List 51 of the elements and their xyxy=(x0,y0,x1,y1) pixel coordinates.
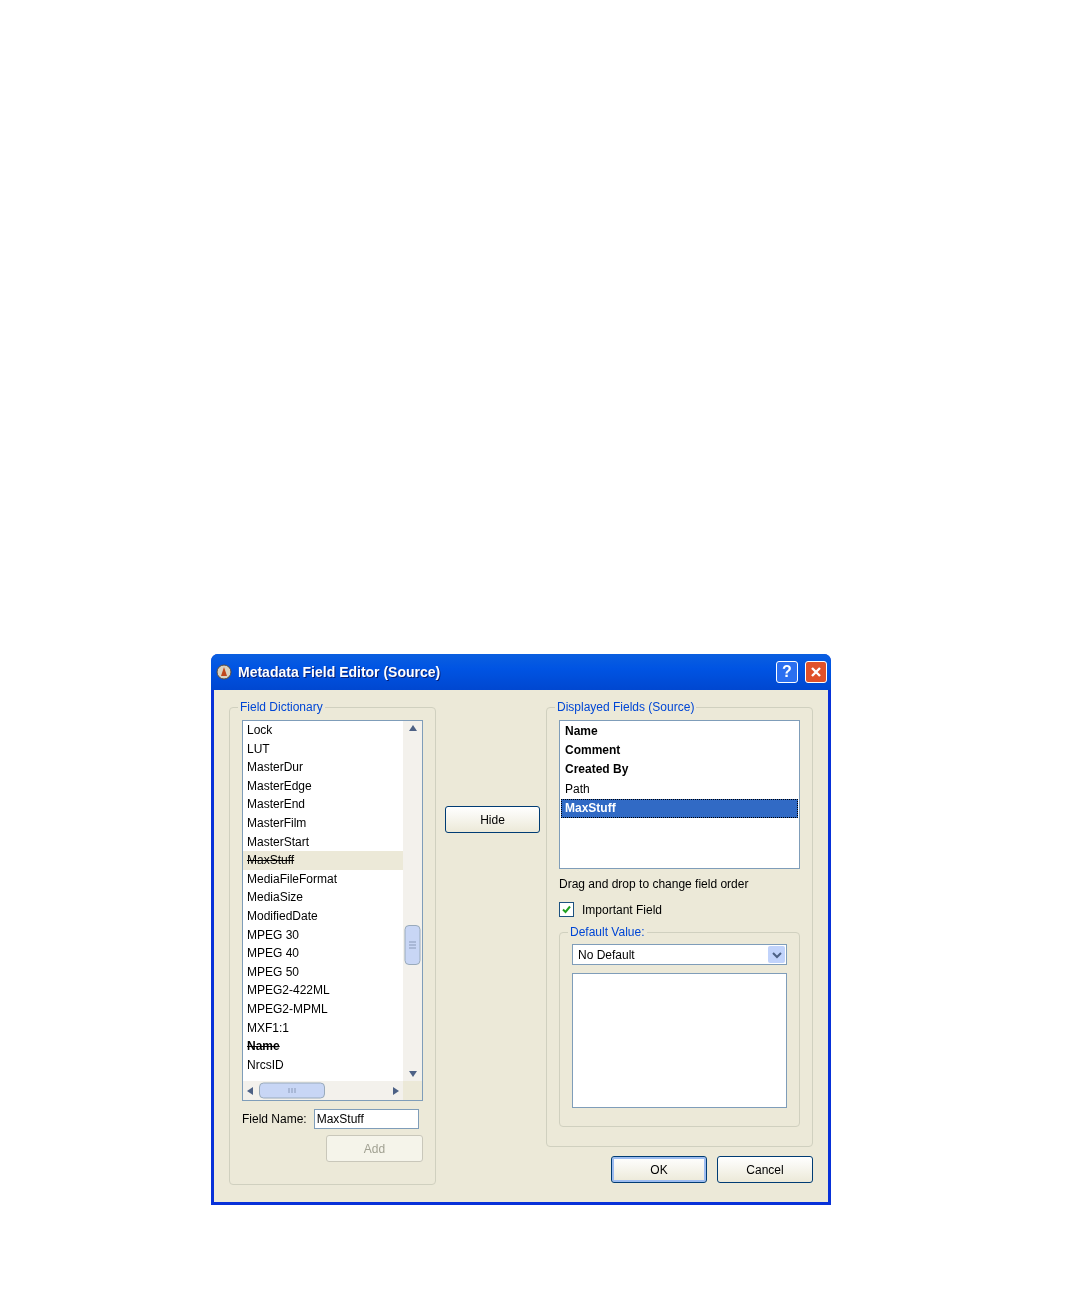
group-label: Displayed Fields (Source) xyxy=(556,700,696,714)
app-icon xyxy=(215,663,233,681)
list-item[interactable]: Created By xyxy=(561,760,798,780)
list-item[interactable]: MPEG 40 xyxy=(243,944,403,963)
list-item[interactable]: MasterEnd xyxy=(243,795,403,814)
list-item[interactable]: Path xyxy=(561,779,798,799)
list-item[interactable]: Lock xyxy=(243,721,403,740)
checkbox-label: Important Field xyxy=(582,902,663,917)
list-item[interactable]: LUT xyxy=(243,739,403,759)
important-checkbox[interactable] xyxy=(559,902,574,917)
list-item[interactable]: ModifiedDate xyxy=(243,906,403,926)
list-item[interactable]: Comment xyxy=(561,741,798,761)
displayed-field-list[interactable]: Name Comment Created By Path MaxStuff xyxy=(559,720,800,869)
list-item[interactable]: MaxStuff xyxy=(243,851,403,870)
list-item[interactable]: MPEG2-422ML xyxy=(243,981,403,1000)
default-value-dropdown[interactable]: No Default xyxy=(572,944,787,965)
check-icon xyxy=(562,905,571,914)
list-item[interactable]: MPEG 30 xyxy=(243,925,403,945)
horizontal-scrollbar[interactable] xyxy=(243,1081,403,1100)
list-item[interactable]: MediaFileFormat xyxy=(243,869,403,889)
list-item[interactable]: MediaSize xyxy=(243,888,403,907)
field-list[interactable]: Lock LUT MasterDur MasterEdge MasterEnd MasterFilm MasterStart MaxStuff MediaFileFormat MediaSize ModifiedDate MPEG 30 MPEG 40 MPEG 50 MPEG2-422ML MPEG2-MPML MXF1:1 Name NrcsID xyxy=(242,720,423,1101)
list-item[interactable]: MasterFilm xyxy=(243,813,403,833)
field-name-input[interactable]: MaxStuff xyxy=(313,1109,419,1129)
group-label: Field Dictionary xyxy=(239,700,324,714)
help-button[interactable]: ? xyxy=(776,661,798,683)
list-item[interactable]: MPEG2-MPML xyxy=(243,999,403,1019)
list-item[interactable]: MaxStuff xyxy=(561,798,798,818)
dialog-button[interactable]: OK xyxy=(611,1156,707,1183)
list-item[interactable]: Name xyxy=(561,722,798,742)
scroll-thumb[interactable] xyxy=(259,1082,325,1099)
list-item[interactable]: NrcsID xyxy=(243,1055,403,1075)
dialog-button[interactable]: Cancel xyxy=(717,1156,813,1183)
hint-text: Drag and drop to change field order xyxy=(559,877,750,891)
list-item[interactable]: MasterStart xyxy=(243,832,403,852)
group-label: Default Value: xyxy=(569,925,646,939)
default-value-textarea[interactable] xyxy=(572,973,787,1108)
list-item[interactable]: MasterDur xyxy=(243,758,403,777)
chevron-down-icon xyxy=(771,950,782,959)
hide-button[interactable]: Hide xyxy=(445,806,540,833)
close-icon xyxy=(810,666,822,678)
close-button[interactable] xyxy=(805,661,827,683)
list-item[interactable]: MXF1:1 xyxy=(243,1018,403,1038)
list-item[interactable]: MasterEdge xyxy=(243,776,403,796)
list-item[interactable]: MPEG 50 xyxy=(243,962,403,982)
scroll-thumb[interactable] xyxy=(404,925,421,965)
list-item[interactable]: Name xyxy=(243,1037,403,1056)
field-name-label: Field Name: xyxy=(242,1112,307,1126)
window-title: Metadata Field Editor (Source) xyxy=(238,664,442,680)
scrollbar-corner xyxy=(403,1081,422,1100)
vertical-scrollbar[interactable] xyxy=(403,721,422,1081)
